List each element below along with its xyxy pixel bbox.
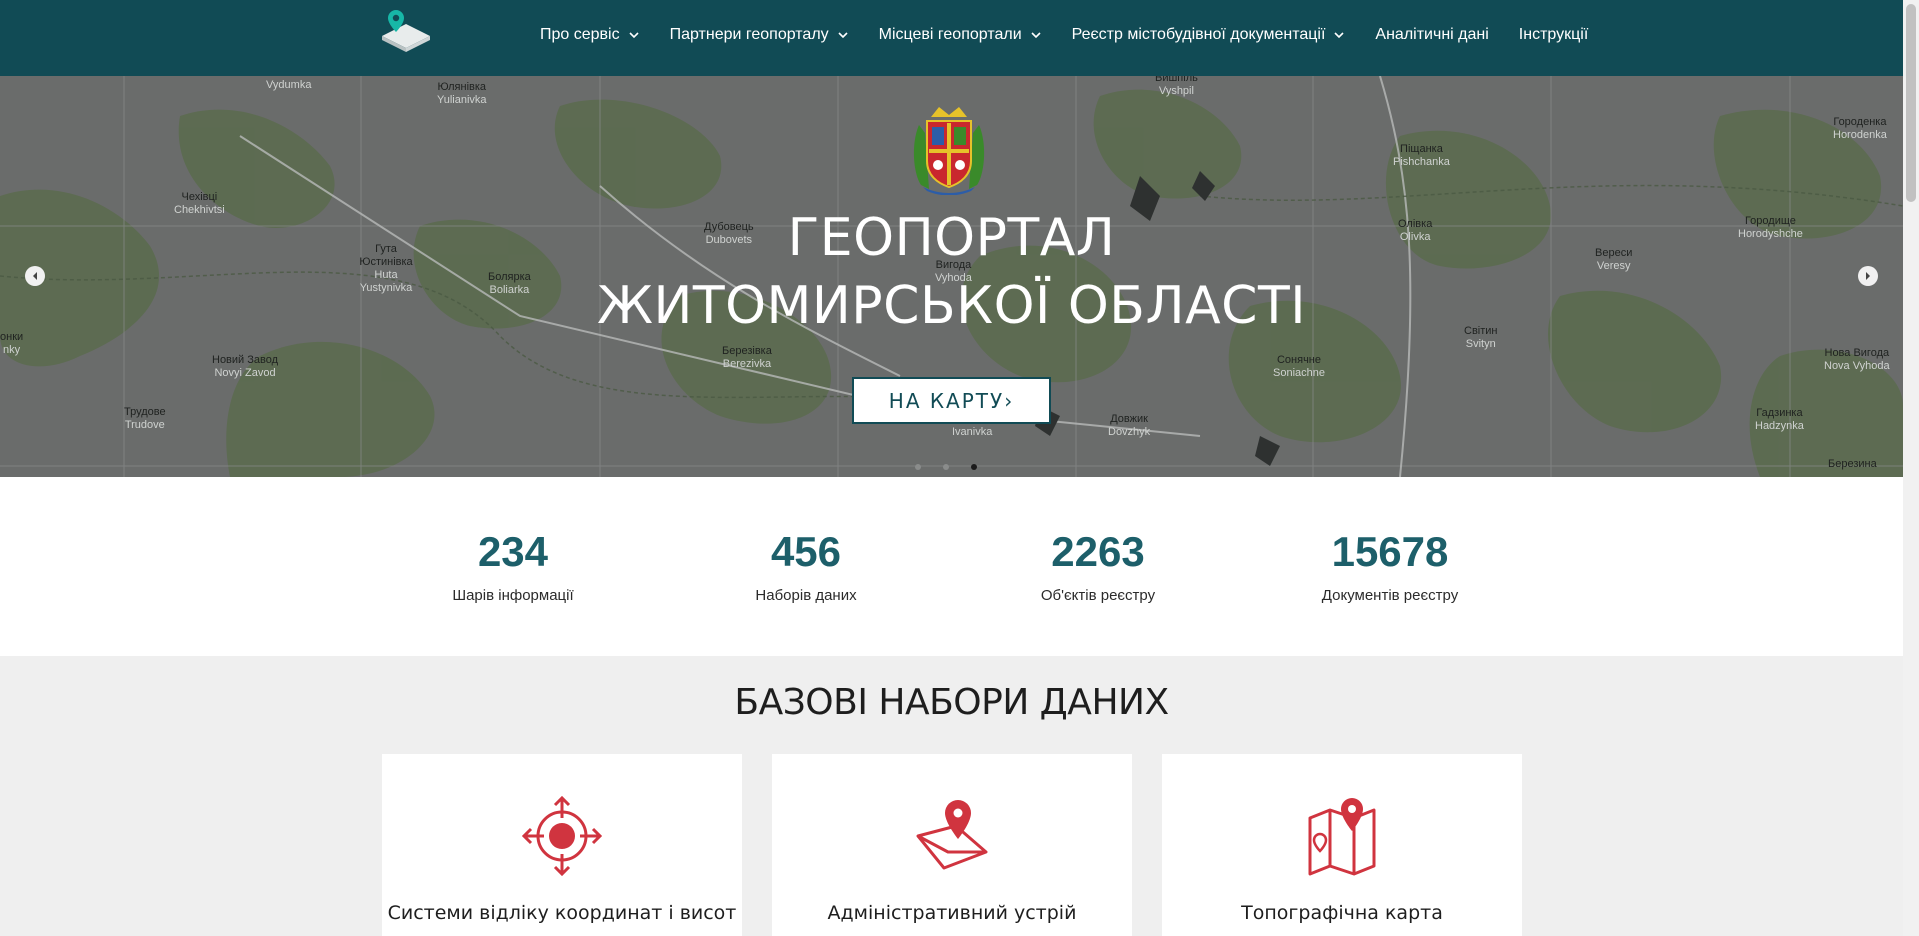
stat-datasets: 456 Наборів даних — [706, 527, 906, 604]
stat-value: 234 — [477, 528, 549, 575]
map-label: Городенка Horodenka — [1833, 116, 1887, 141]
stat-registry-documents: 15678 Документів реєстру — [1290, 527, 1490, 604]
stat-label: Документів реєстру — [1321, 587, 1459, 604]
hero-carousel: Vydumka Юлянівка Yulianivka Вишпіль Vyshpi… — [0, 76, 1903, 477]
logo-icon[interactable] — [380, 6, 432, 54]
nav-local-geoportals-label: Місцеві геопортали — [878, 26, 1022, 43]
nav-about[interactable]: Про сервіс — [540, 26, 640, 44]
map-label: Березина — [1828, 458, 1877, 470]
nav-partners-label: Партнери геопорталу — [669, 26, 829, 43]
carousel-dot-2[interactable] — [943, 464, 949, 470]
stat-layers: 234 Шарів інформації — [413, 527, 613, 604]
dataset-card-label: Системи відліку координат і висот — [387, 902, 737, 924]
chevron-right-icon — [1866, 272, 1870, 280]
section-title: БАЗОВІ НАБОРИ ДАНИХ — [734, 682, 1169, 723]
map-label: Гадзинка Hadzynka — [1755, 407, 1804, 432]
main-nav: Про сервіс Партнери геопорталу Місцеві г… — [540, 0, 1588, 70]
map-label: Юлянівка Yulianivka — [437, 81, 487, 106]
nav-about-label: Про сервіс — [540, 26, 620, 43]
chevron-down-icon — [629, 32, 639, 39]
stat-value: 2263 — [1051, 528, 1145, 575]
top-navbar: Про сервіс Партнери геопорталу Місцеві г… — [0, 0, 1903, 76]
stat-label: Наборів даних — [755, 587, 857, 604]
stat-label: Шарів інформації — [452, 587, 574, 604]
hero-title-line1: ГЕОПОРТАЛ — [787, 208, 1116, 268]
map-label: Нова Вигода Nova Vyhoda — [1824, 347, 1890, 372]
scrollbar-thumb[interactable] — [1906, 4, 1916, 202]
chevron-down-icon — [1031, 32, 1041, 39]
hero-title: ГЕОПОРТАЛ ЖИТОМИРСЬКОЇ ОБЛАСТІ — [0, 204, 1903, 340]
stat-label: Об'єктів реєстру — [1040, 587, 1156, 604]
map-label: Трудове Trudove — [124, 406, 166, 431]
stat-registry-objects: 2263 Об'єктів реєстру — [998, 527, 1198, 604]
oblast-coat-of-arms-icon — [913, 107, 985, 195]
folded-map-pin-icon — [1308, 798, 1376, 876]
carousel-prev-button[interactable] — [25, 266, 45, 286]
nav-analytics-label: Аналітичні дані — [1375, 26, 1489, 43]
nav-local-geoportals[interactable]: Місцеві геопортали — [879, 26, 1042, 44]
stat-value: 15678 — [1331, 528, 1449, 575]
chevron-left-icon — [33, 272, 37, 280]
map-label: Березівка Berezivka — [722, 345, 772, 370]
nav-analytics[interactable]: Аналітичні дані — [1375, 26, 1488, 44]
map-label: Піщанка Pishchanka — [1393, 143, 1450, 168]
dataset-card-topographic-map[interactable]: Топографічна карта — [1162, 754, 1522, 936]
nav-registry-label: Реєстр містобудівної документації — [1071, 26, 1326, 43]
nav-instructions[interactable]: Інструкції — [1519, 26, 1589, 44]
nav-registry[interactable]: Реєстр містобудівної документації — [1072, 26, 1346, 44]
dataset-card-administrative[interactable]: Адміністративний устрій — [772, 754, 1132, 936]
chevron-down-icon — [838, 32, 848, 39]
chevron-down-icon — [1334, 32, 1344, 39]
nav-partners[interactable]: Партнери геопорталу — [670, 26, 849, 44]
carousel-next-button[interactable] — [1858, 266, 1878, 286]
crosshair-target-icon — [522, 796, 602, 876]
map-label: Ivanivka — [952, 426, 993, 438]
hero-title-line2: ЖИТОМИРСЬКОЇ ОБЛАСТІ — [596, 276, 1307, 336]
carousel-dot-1[interactable] — [915, 464, 921, 470]
dataset-card-label: Топографічна карта — [1241, 902, 1443, 924]
page-scrollbar[interactable] — [1903, 0, 1919, 936]
stat-value: 456 — [770, 528, 842, 575]
map-pin-envelope-icon — [916, 800, 988, 870]
map-label: Vydumka — [266, 79, 312, 91]
base-datasets-section: БАЗОВІ НАБОРИ ДАНИХ Системи відліку коор… — [0, 656, 1903, 936]
carousel-dot-3[interactable] — [971, 464, 977, 470]
map-label: Сонячне Soniachne — [1273, 354, 1325, 379]
map-label: Довжик Dovzhyk — [1108, 413, 1151, 438]
stats-section: 234 Шарів інформації 456 Наборів даних 2… — [0, 477, 1903, 656]
carousel-indicators — [915, 464, 977, 470]
dataset-card-label: Адміністративний устрій — [827, 902, 1077, 924]
nav-instructions-label: Інструкції — [1518, 26, 1589, 43]
to-map-button[interactable]: НА КАРТУ› — [852, 377, 1051, 424]
map-label: Новий Завод Novyi Zavod — [212, 354, 279, 379]
dataset-card-coordinate-systems[interactable]: Системи відліку координат і висот — [382, 754, 742, 936]
map-label: Вишпіль Vyshpil — [1155, 76, 1198, 97]
